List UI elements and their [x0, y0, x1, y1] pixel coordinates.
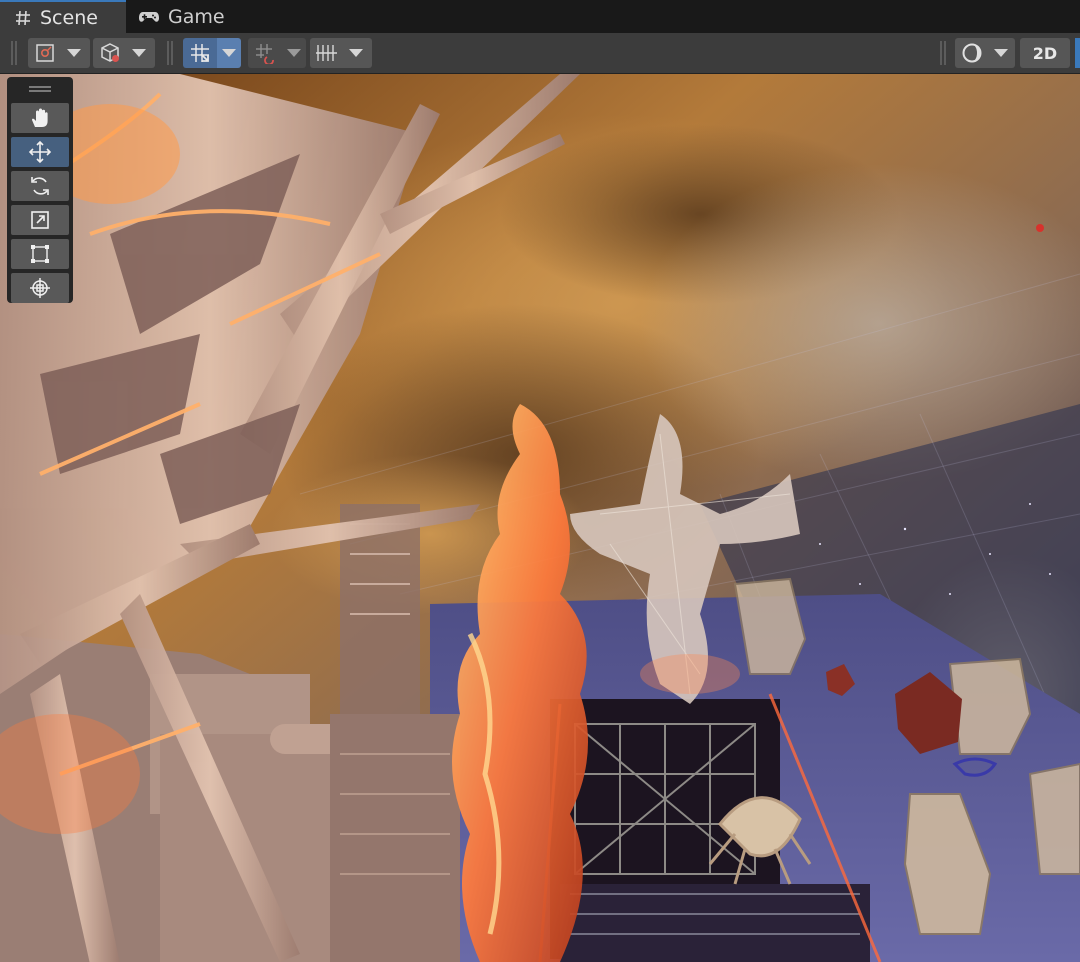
draw-mode-icon: [36, 44, 54, 62]
rect-tool[interactable]: [11, 239, 69, 269]
chevron-down-icon: [994, 49, 1008, 57]
grid-visibility-dropdown[interactable]: [310, 38, 372, 68]
chevron-down-icon: [222, 49, 236, 57]
tab-scene[interactable]: Scene: [0, 0, 126, 33]
overlay-drag-handle[interactable]: [29, 86, 51, 92]
move-arrows-icon: [28, 140, 52, 164]
scale-tool[interactable]: [11, 205, 69, 235]
increment-snap-icon: [256, 44, 274, 64]
rotate-tool[interactable]: [11, 171, 69, 201]
tab-scene-label: Scene: [40, 6, 98, 29]
chevron-down-icon: [67, 49, 81, 57]
grid-visibility-icon: [316, 45, 337, 61]
shading-mode-dropdown[interactable]: [955, 38, 1015, 68]
toolbar-overflow-button[interactable]: [1075, 38, 1080, 68]
draw-mode-dropdown[interactable]: [28, 38, 90, 68]
hand-tool[interactable]: [11, 103, 69, 133]
tools-overlay: [7, 77, 73, 303]
gamepad-icon: [139, 11, 159, 22]
chevron-down-icon: [349, 49, 363, 57]
shading-sphere-icon: [962, 43, 982, 63]
render-mode-dropdown[interactable]: [93, 38, 155, 68]
hand-icon: [32, 108, 48, 127]
editor-tab-strip: Scene Game: [0, 0, 1080, 33]
scene-render: [0, 74, 1080, 962]
render-mode-cube-icon: [101, 43, 119, 62]
grid-snap-icon: [191, 44, 209, 62]
transform-icon: [30, 278, 50, 298]
scene-viewport[interactable]: [0, 74, 1080, 962]
toolbar-grip[interactable]: [940, 41, 946, 65]
rect-transform-icon: [31, 245, 49, 263]
tab-game[interactable]: Game: [126, 0, 236, 33]
chevron-down-icon: [132, 49, 146, 57]
transform-tool[interactable]: [11, 273, 69, 303]
move-tool[interactable]: [11, 137, 69, 167]
increment-snap-dropdown[interactable]: [248, 38, 306, 68]
rotate-icon: [31, 177, 49, 195]
hash-icon: [16, 10, 30, 25]
tab-game-label: Game: [168, 5, 225, 28]
toolbar-grip[interactable]: [167, 41, 173, 65]
2d-mode-button[interactable]: 2D: [1020, 38, 1070, 68]
toolbar-grip[interactable]: [11, 41, 17, 65]
grid-snap-dropdown[interactable]: [183, 38, 245, 68]
scene-toolbar: 2D: [0, 33, 1080, 74]
scale-icon: [31, 211, 49, 229]
chevron-down-icon: [287, 49, 301, 57]
